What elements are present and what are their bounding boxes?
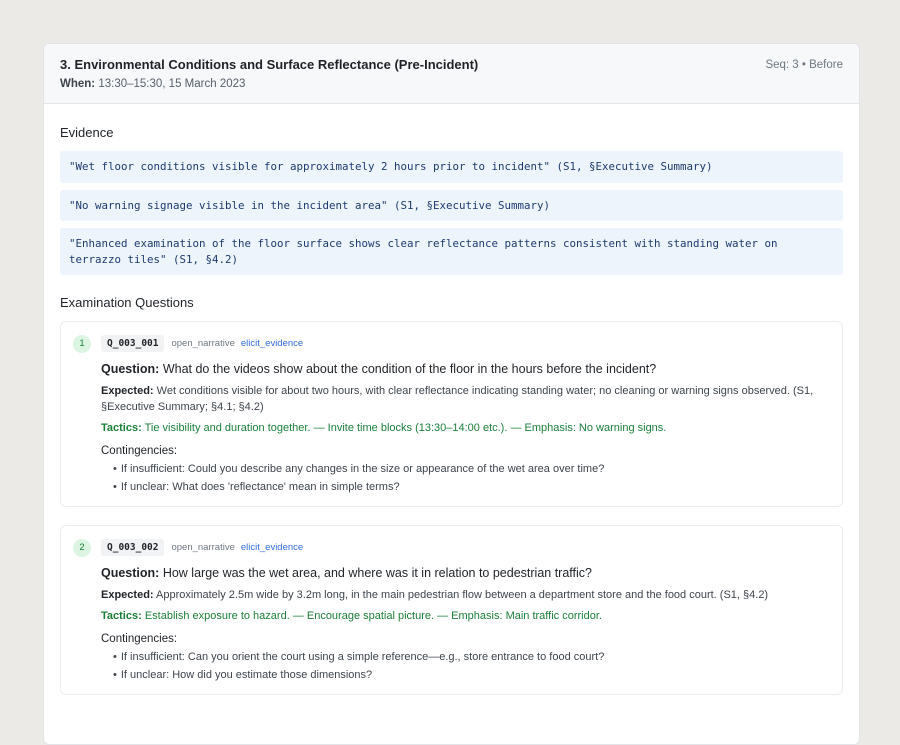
- when-value: 13:30–15:30, 15 March 2023: [98, 78, 246, 90]
- question-intent: elicit_evidence: [240, 541, 304, 553]
- evidence-heading: Evidence: [60, 125, 114, 140]
- tactics-body: Establish exposure to hazard. — Encourag…: [144, 610, 602, 622]
- event-when: When: 13:30–15:30, 15 March 2023: [60, 78, 245, 90]
- contingencies-list: • If insufficient: Could you describe any…: [101, 460, 830, 496]
- tactics-label: Tactics:: [101, 422, 142, 434]
- expected-answer: Expected: Approximately 2.5m wide by 3.2…: [101, 588, 830, 604]
- question-type: open_narrative: [171, 338, 235, 349]
- contingency-item: • If unclear: How did you estimate those …: [113, 668, 373, 681]
- question-label: Question:: [101, 362, 160, 376]
- contingency-item: • If unclear: What does 'reflectance' mea…: [113, 480, 400, 493]
- event-header: 3. Environmental Conditions and Surface …: [44, 44, 859, 104]
- question-intent: elicit_evidence: [240, 338, 304, 349]
- tactics-body: Tie visibility and duration together. — …: [144, 422, 667, 434]
- tactics: Tactics: Establish exposure to hazard. —…: [101, 609, 830, 625]
- evidence-quote-2: "No warning signage visible in the incid…: [60, 189, 843, 221]
- contingencies-heading: Contingencies:: [101, 632, 178, 645]
- question-text: Question: How large was the wet area, an…: [101, 565, 830, 582]
- event-body: Evidence "Wet floor conditions visible f…: [44, 125, 859, 695]
- question-meta: Q_003_001 open_narrative elicit_evidence: [101, 334, 830, 353]
- tactics: Tactics: Tie visibility and duration tog…: [101, 421, 830, 437]
- contingencies-list: • If insufficient: Can you orient the cou…: [101, 648, 830, 684]
- question-type: open_narrative: [171, 541, 235, 553]
- expected-answer: Expected: Wet conditions visible for abo…: [101, 384, 830, 415]
- questions-heading: Examination Questions: [60, 295, 194, 310]
- contingency-item: • If insufficient: Could you describe any…: [113, 462, 605, 475]
- evidence-quote-1: "Wet floor conditions visible for approx…: [60, 151, 843, 183]
- contingency-item: • If insufficient: Can you orient the cou…: [113, 650, 605, 663]
- expected-label: Expected:: [101, 385, 154, 397]
- question-number: 2: [73, 538, 91, 557]
- question-id: Q_003_001: [101, 335, 165, 352]
- question-id: Q_003_002: [101, 538, 165, 556]
- question-meta: Q_003_002 open_narrative elicit_evidence: [101, 538, 830, 557]
- question-body: How large was the wet area, and where wa…: [162, 565, 592, 580]
- event-title: 3. Environmental Conditions and Surface …: [60, 57, 479, 72]
- sequence-badge: Seq: 3 • Before: [765, 59, 843, 71]
- when-label: When:: [60, 78, 96, 90]
- contingencies-heading: Contingencies:: [101, 444, 178, 457]
- expected-body: Approximately 2.5m wide by 3.2m long, in…: [156, 588, 769, 601]
- question-card-2: 2 Q_003_002 open_narrative elicit_eviden…: [60, 524, 843, 695]
- tactics-label: Tactics:: [101, 610, 142, 622]
- evidence-quote-3: "Enhanced examination of the floor surfa…: [60, 228, 843, 275]
- question-text: Question: What do the videos show about …: [101, 361, 830, 378]
- question-card-1: 1 Q_003_001 open_narrative elicit_eviden…: [60, 321, 843, 507]
- question-number: 1: [73, 335, 91, 353]
- question-label: Question:: [101, 565, 160, 580]
- question-body: What do the videos show about the condit…: [162, 362, 657, 376]
- expected-body: Wet conditions visible for about two hou…: [101, 385, 814, 413]
- event-card: 3. Environmental Conditions and Surface …: [43, 43, 860, 745]
- expected-label: Expected:: [101, 588, 154, 601]
